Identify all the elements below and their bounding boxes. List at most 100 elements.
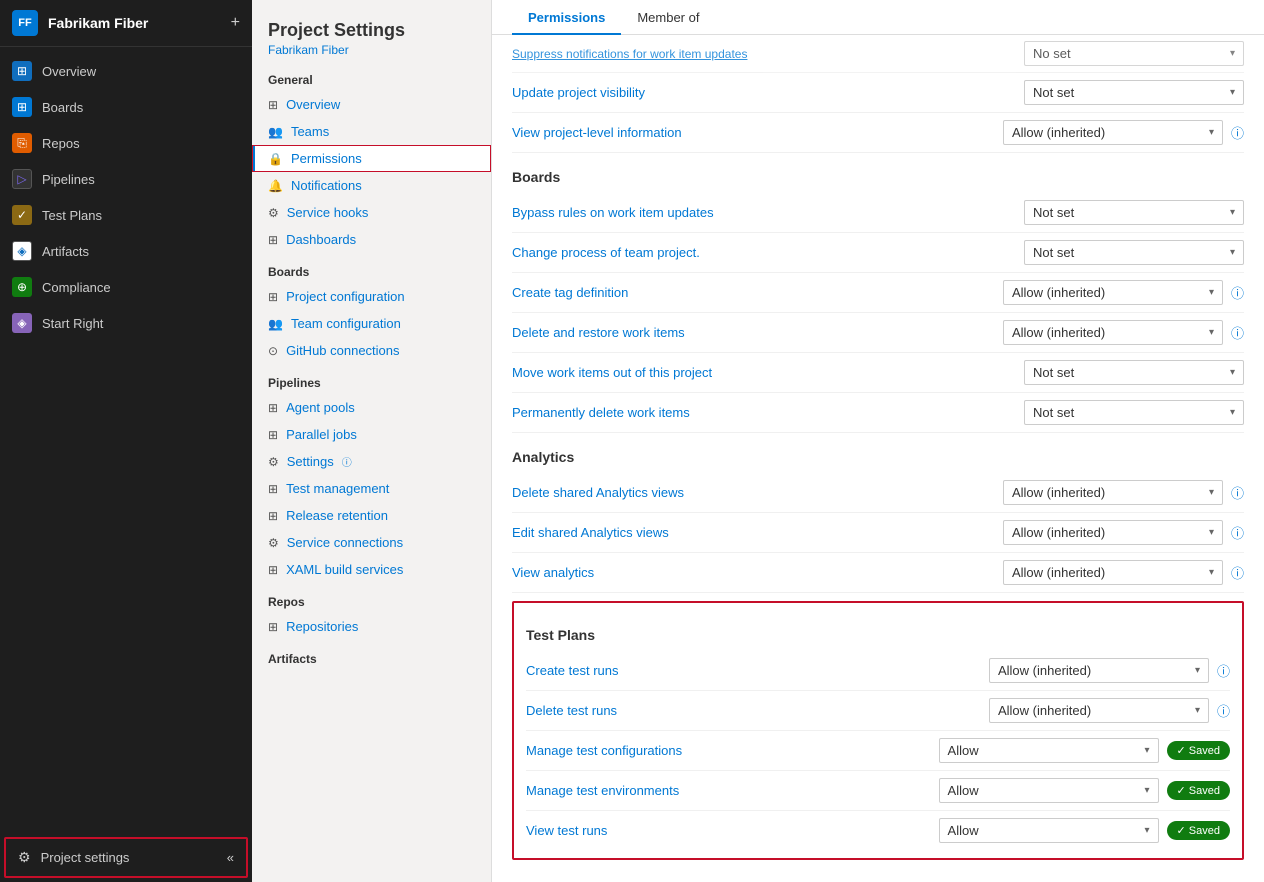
sidebar-item-startright[interactable]: ◈ Start Right [0, 305, 252, 341]
perm-dropdown-view-project-info[interactable]: Allow (inherited) ▾ [1003, 120, 1223, 145]
info-icon-delete-analytics[interactable]: ⓘ [1231, 483, 1244, 502]
perm-value-view-project-info: Allow (inherited) [1012, 125, 1105, 140]
perm-label-delete-test-runs: Delete test runs [526, 703, 981, 718]
section-repos: Repos [252, 583, 491, 613]
top-cut-row: Suppress notifications for work item upd… [512, 35, 1244, 73]
info-icon-delete-test-runs[interactable]: ⓘ [1217, 701, 1230, 720]
perm-value-view-analytics: Allow (inherited) [1012, 565, 1105, 580]
middle-item-teams[interactable]: 👥 Teams [252, 118, 491, 145]
perm-dropdown-view-test-runs[interactable]: Allow ▾ [939, 818, 1159, 843]
project-settings-button[interactable]: ⚙ Project settings « [4, 837, 248, 878]
perm-dropdown-perm-delete[interactable]: Not set ▾ [1024, 400, 1244, 425]
perm-dropdown-delete-test-runs[interactable]: Allow (inherited) ▾ [989, 698, 1209, 723]
perm-value-view-test-runs: Allow [948, 823, 979, 838]
sidebar-item-artifacts[interactable]: ◈ Artifacts [0, 233, 252, 269]
pipelinesettings-menu-icon: ⚙ [268, 455, 279, 469]
info-icon-view-analytics[interactable]: ⓘ [1231, 563, 1244, 582]
perm-label-manage-test-envs: Manage test environments [526, 783, 931, 798]
perm-dropdown-delete-restore[interactable]: Allow (inherited) ▾ [1003, 320, 1223, 345]
perm-dropdown-update-visibility[interactable]: Not set ▾ [1024, 80, 1244, 105]
middle-item-projectconfig-label: Project configuration [286, 289, 405, 304]
repositories-menu-icon: ⊞ [268, 620, 278, 634]
sidebar-item-boards[interactable]: ⊞ Boards [0, 89, 252, 125]
middle-item-dashboards[interactable]: ⊞ Dashboards [252, 226, 491, 253]
perm-dropdown-create-tag[interactable]: Allow (inherited) ▾ [1003, 280, 1223, 305]
perm-label-create-tag: Create tag definition [512, 285, 995, 300]
nav-items: ⊞ Overview ⊞ Boards ⎘ Repos ▷ Pipelines … [0, 47, 252, 833]
chevron-bypass-rules: ▾ [1230, 207, 1235, 218]
middle-item-paralleljobs-label: Parallel jobs [286, 427, 357, 442]
middle-item-projectconfig[interactable]: ⊞ Project configuration [252, 283, 491, 310]
settings-info-icon: ⓘ [342, 454, 352, 469]
testplans-section: Test Plans Create test runs Allow (inher… [512, 601, 1244, 860]
middle-item-serviceconn-label: Service connections [287, 535, 403, 550]
perm-value-move-work-items: Not set [1033, 365, 1074, 380]
middle-item-teamconfig-label: Team configuration [291, 316, 401, 331]
middle-item-servicehooks[interactable]: ⚙ Service hooks [252, 199, 491, 226]
perm-dropdown-create-test-runs[interactable]: Allow (inherited) ▾ [989, 658, 1209, 683]
perm-label-change-process: Change process of team project. [512, 245, 1016, 260]
info-icon-create-test-runs[interactable]: ⓘ [1217, 661, 1230, 680]
middle-item-xaml[interactable]: ⊞ XAML build services [252, 556, 491, 583]
github-menu-icon: ⊙ [268, 344, 278, 358]
project-settings-header: Project Settings Fabrikam Fiber [252, 0, 491, 61]
middle-item-repositories[interactable]: ⊞ Repositories [252, 613, 491, 640]
middle-item-notifications[interactable]: 🔔 Notifications [252, 172, 491, 199]
left-nav: FF Fabrikam Fiber + ⊞ Overview ⊞ Boards … [0, 0, 252, 882]
middle-panel: Project Settings Fabrikam Fiber General … [252, 0, 492, 882]
sidebar-item-label-pipelines: Pipelines [42, 172, 95, 187]
add-project-button[interactable]: + [231, 14, 240, 32]
perm-dropdown-delete-analytics[interactable]: Allow (inherited) ▾ [1003, 480, 1223, 505]
middle-item-releaseretention[interactable]: ⊞ Release retention [252, 502, 491, 529]
middle-item-settings[interactable]: ⚙ Settings ⓘ [252, 448, 491, 475]
info-icon-view-project[interactable]: ⓘ [1231, 123, 1244, 142]
perm-label-view-project-info: View project-level information [512, 125, 995, 140]
perm-value-update-visibility: Not set [1033, 85, 1074, 100]
middle-item-repositories-label: Repositories [286, 619, 358, 634]
sidebar-item-label-overview: Overview [42, 64, 96, 79]
middle-item-overview[interactable]: ⊞ Overview [252, 91, 491, 118]
middle-item-agentpools[interactable]: ⊞ Agent pools [252, 394, 491, 421]
pipelines-icon: ▷ [12, 169, 32, 189]
perm-value-create-tag: Allow (inherited) [1012, 285, 1105, 300]
info-icon-edit-analytics[interactable]: ⓘ [1231, 523, 1244, 542]
top-cut-dropdown[interactable]: No set ▾ [1024, 41, 1244, 66]
sidebar-item-repos[interactable]: ⎘ Repos [0, 125, 252, 161]
dashboards-menu-icon: ⊞ [268, 233, 278, 247]
compliance-icon: ⊕ [12, 277, 32, 297]
tab-memberof[interactable]: Member of [621, 0, 715, 35]
perm-dropdown-change-process[interactable]: Not set ▾ [1024, 240, 1244, 265]
sidebar-item-overview[interactable]: ⊞ Overview [0, 53, 252, 89]
perm-row-view-test-runs: View test runs Allow ▾ ✓ Saved [526, 811, 1230, 850]
sidebar-item-pipelines[interactable]: ▷ Pipelines [0, 161, 252, 197]
middle-item-agentpools-label: Agent pools [286, 400, 355, 415]
sidebar-item-testplans[interactable]: ✓ Test Plans [0, 197, 252, 233]
top-cut-chevron: ▾ [1230, 48, 1235, 59]
chevron-manage-test-envs: ▾ [1145, 785, 1150, 796]
tab-permissions[interactable]: Permissions [512, 0, 621, 35]
nav-collapse-icon[interactable]: « [227, 850, 234, 865]
perm-dropdown-bypass-rules[interactable]: Not set ▾ [1024, 200, 1244, 225]
xaml-menu-icon: ⊞ [268, 563, 278, 577]
info-icon-create-tag[interactable]: ⓘ [1231, 283, 1244, 302]
info-icon-delete-restore[interactable]: ⓘ [1231, 323, 1244, 342]
middle-item-testmgmt[interactable]: ⊞ Test management [252, 475, 491, 502]
perm-dropdown-move-work-items[interactable]: Not set ▾ [1024, 360, 1244, 385]
middle-item-githubconn-label: GitHub connections [286, 343, 399, 358]
middle-item-githubconn[interactable]: ⊙ GitHub connections [252, 337, 491, 364]
middle-item-serviceconn[interactable]: ⚙ Service connections [252, 529, 491, 556]
sidebar-item-compliance[interactable]: ⊕ Compliance [0, 269, 252, 305]
perm-dropdown-manage-test-configs[interactable]: Allow ▾ [939, 738, 1159, 763]
perm-dropdown-manage-test-envs[interactable]: Allow ▾ [939, 778, 1159, 803]
notifications-menu-icon: 🔔 [268, 179, 283, 193]
perm-label-perm-delete: Permanently delete work items [512, 405, 1016, 420]
chevron-move-work-items: ▾ [1230, 367, 1235, 378]
middle-item-permissions[interactable]: 🔒 Permissions [252, 145, 491, 172]
perm-dropdown-edit-analytics[interactable]: Allow (inherited) ▾ [1003, 520, 1223, 545]
perm-value-manage-test-envs: Allow [948, 783, 979, 798]
middle-item-paralleljobs[interactable]: ⊞ Parallel jobs [252, 421, 491, 448]
top-cut-value: No set [1033, 46, 1071, 61]
middle-item-teamconfig[interactable]: 👥 Team configuration [252, 310, 491, 337]
perm-dropdown-view-analytics[interactable]: Allow (inherited) ▾ [1003, 560, 1223, 585]
chevron-view-project-info: ▾ [1209, 127, 1214, 138]
